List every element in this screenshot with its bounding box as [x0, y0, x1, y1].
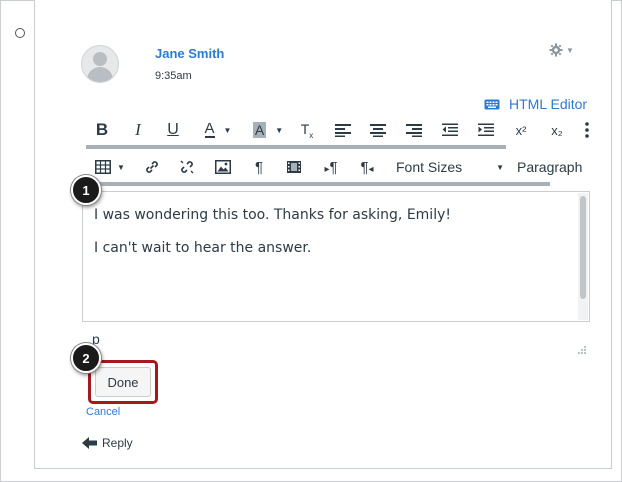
text-color-icon: A	[204, 120, 215, 138]
italic-icon: I	[135, 120, 141, 139]
editor-line-1[interactable]: I was wondering this too. Thanks for ask…	[94, 207, 451, 223]
toolbar-row1-underline	[86, 145, 506, 149]
film-icon	[287, 161, 301, 173]
ltr-button[interactable]: ▸¶	[320, 155, 342, 179]
cancel-link[interactable]: Cancel	[86, 406, 120, 418]
html-editor-label: HTML Editor	[509, 96, 588, 112]
paragraph-label: Paragraph	[517, 159, 583, 175]
italic-button[interactable]: I	[128, 118, 148, 142]
html-editor-toggle[interactable]: HTML Editor	[484, 96, 587, 112]
align-left-icon	[335, 124, 351, 137]
background-color-button[interactable]: A ▼	[248, 118, 288, 142]
indent-icon	[478, 123, 494, 136]
chevron-down-icon: ▼	[275, 125, 284, 135]
bold-icon: B	[95, 120, 109, 139]
editor-line-2[interactable]: I can't wait to hear the answer.	[94, 240, 311, 256]
font-sizes-dropdown[interactable]: Font Sizes ▼	[396, 155, 504, 179]
link-icon	[146, 161, 158, 173]
reply-arrow-icon	[82, 437, 97, 449]
chevron-down-icon: ▼	[566, 45, 574, 55]
reply-link[interactable]: Reply	[82, 436, 133, 450]
ltr-direction-icon: ▸¶	[324, 158, 338, 176]
paragraph-format-dropdown[interactable]: Paragraph	[517, 155, 587, 179]
keyboard-icon	[484, 99, 500, 110]
align-center-icon	[370, 124, 386, 137]
settings-menu[interactable]: ▼	[549, 43, 574, 57]
unlink-icon	[180, 160, 194, 174]
chevron-down-icon: ▼	[223, 125, 232, 135]
clear-formatting-button[interactable]: Tx	[297, 118, 317, 142]
indent-button[interactable]	[476, 118, 496, 142]
image-button[interactable]	[213, 155, 233, 179]
pilcrow-icon: ¶	[254, 158, 264, 176]
chevron-down-icon: ▼	[496, 162, 504, 172]
underline-icon: U	[167, 121, 179, 138]
media-button[interactable]	[284, 155, 304, 179]
table-button[interactable]: ▼	[92, 155, 128, 179]
outdent-button[interactable]	[440, 118, 460, 142]
align-center-button[interactable]	[368, 118, 388, 142]
avatar-head	[93, 52, 107, 66]
font-sizes-label: Font Sizes	[396, 159, 463, 175]
link-button[interactable]	[142, 155, 162, 179]
text-color-button[interactable]: A ▼	[198, 118, 238, 142]
toolbar-row2-underline	[86, 182, 550, 186]
paragraph-mark-button[interactable]: ¶	[249, 155, 269, 179]
align-left-button[interactable]	[333, 118, 353, 142]
post-time: 9:35am	[155, 70, 192, 82]
more-vertical-icon	[585, 122, 589, 138]
align-right-icon	[406, 124, 422, 137]
superscript-icon: x²	[515, 122, 527, 138]
rich-text-editor[interactable]: I was wondering this too. Thanks for ask…	[82, 191, 590, 322]
table-icon	[95, 160, 112, 174]
subscript-button[interactable]: x₂	[547, 118, 567, 142]
underline-button[interactable]: U	[163, 118, 183, 142]
avatar-body	[87, 67, 113, 82]
resize-handle-icon[interactable]	[576, 344, 586, 354]
outdent-icon	[442, 123, 458, 136]
avatar[interactable]	[81, 45, 119, 83]
done-button-highlight: Done	[88, 360, 158, 404]
rtl-direction-icon: ¶◂	[360, 158, 374, 176]
superscript-button[interactable]: x²	[511, 118, 531, 142]
reply-label: Reply	[102, 436, 133, 450]
image-icon	[215, 160, 231, 174]
rtl-button[interactable]: ¶◂	[356, 155, 378, 179]
chevron-down-icon: ▼	[117, 162, 125, 172]
radio-indicator[interactable]	[15, 28, 25, 38]
align-right-button[interactable]	[404, 118, 424, 142]
unlink-button[interactable]	[177, 155, 197, 179]
highlight-icon: A	[252, 122, 267, 138]
editor-scrollbar[interactable]	[578, 193, 588, 320]
scrollbar-thumb[interactable]	[580, 196, 586, 299]
subscript-icon: x₂	[551, 122, 563, 138]
gear-icon	[549, 43, 563, 57]
clear-formatting-icon: Tx	[300, 120, 314, 140]
more-options-button[interactable]	[582, 118, 592, 142]
bold-button[interactable]: B	[92, 118, 112, 142]
done-button[interactable]: Done	[95, 367, 151, 397]
callout-badge-2: 2	[71, 343, 101, 373]
author-name[interactable]: Jane Smith	[155, 46, 224, 61]
callout-badge-1: 1	[71, 175, 101, 205]
